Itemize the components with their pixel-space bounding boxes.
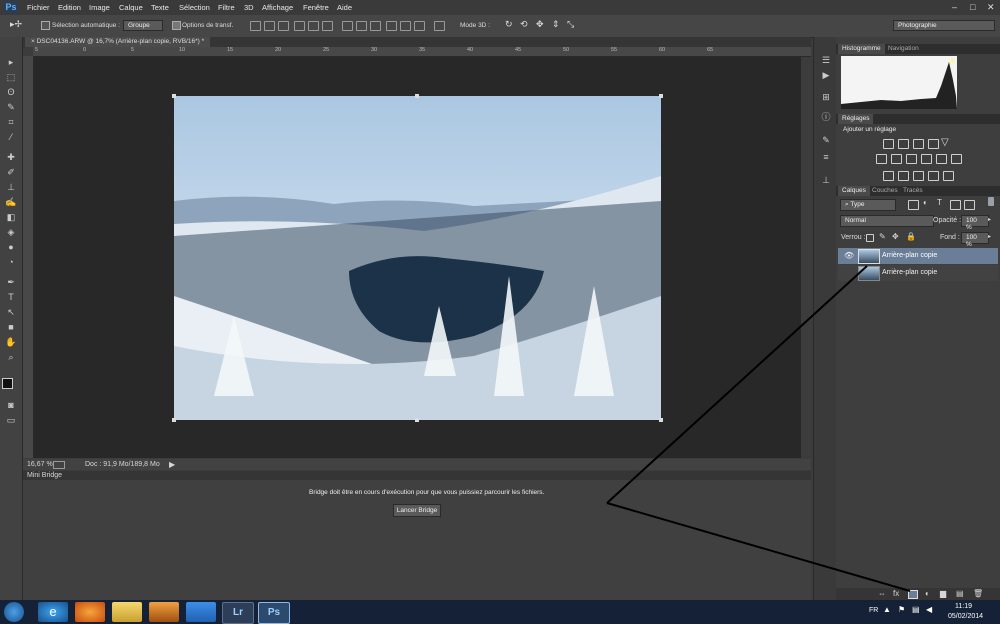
annotation-overlay bbox=[606, 265, 911, 592]
internet-explorer-icon[interactable]: e bbox=[38, 602, 68, 622]
vlc-icon[interactable] bbox=[186, 602, 216, 622]
tray-expand-icon[interactable]: ▲ bbox=[883, 605, 891, 614]
clock-time[interactable]: 11:19 bbox=[955, 603, 972, 610]
media-player-icon[interactable] bbox=[149, 602, 179, 622]
clock-date[interactable]: 05/02/2014 bbox=[948, 613, 983, 620]
start-button[interactable] bbox=[4, 602, 24, 622]
flag-icon[interactable]: ⚑ bbox=[898, 605, 905, 614]
volume-icon[interactable]: ◀ bbox=[926, 605, 932, 614]
lightroom-icon[interactable]: Lr bbox=[222, 602, 254, 624]
language-indicator[interactable]: FR bbox=[869, 607, 878, 614]
photoshop-icon[interactable]: Ps bbox=[258, 602, 290, 624]
file-explorer-icon[interactable] bbox=[112, 602, 142, 622]
windows-taskbar: e Lr Ps FR ▲ ⚑ ▤ ◀ 11:19 05/02/2014 bbox=[0, 600, 1000, 624]
network-icon[interactable]: ▤ bbox=[912, 605, 920, 614]
firefox-icon[interactable] bbox=[75, 602, 105, 622]
